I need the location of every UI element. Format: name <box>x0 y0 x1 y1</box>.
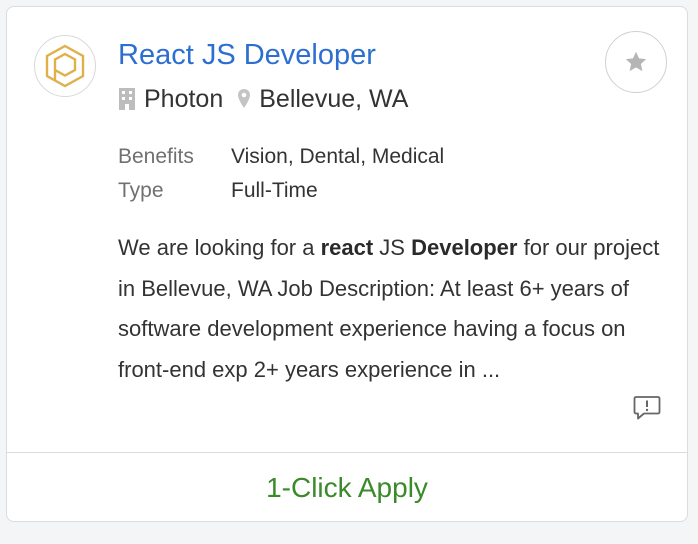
details-label: Benefits <box>118 145 194 168</box>
company-location-row: Photon Bellevue, WA <box>118 83 408 115</box>
report-message-icon <box>633 396 661 420</box>
description-highlight: react <box>320 235 374 260</box>
report-button[interactable] <box>633 395 661 421</box>
star-icon <box>625 51 647 72</box>
details-label: Type <box>118 179 164 202</box>
details-value: Vision, Dental, Medical <box>231 145 445 168</box>
favorite-button[interactable] <box>605 31 667 93</box>
details-row-benefits: Benefits Vision, Dental, Medical <box>118 140 444 174</box>
description-highlight: Developer <box>411 235 518 260</box>
map-pin-icon <box>237 88 251 110</box>
job-details: Benefits Vision, Dental, Medical Type Fu… <box>118 140 444 208</box>
job-location: Bellevue, WA <box>259 84 409 113</box>
one-click-apply-button[interactable]: 1-Click Apply <box>7 453 687 521</box>
building-icon <box>118 87 136 111</box>
photon-logo-icon <box>45 44 85 88</box>
job-title-link[interactable]: React JS Developer <box>118 37 376 73</box>
description-text: We are looking for a <box>118 235 321 260</box>
description-text: JS <box>373 235 412 260</box>
company-name: Photon <box>144 84 224 113</box>
details-value: Full-Time <box>231 179 318 202</box>
job-description: We are looking for a react JS Developer … <box>118 228 663 390</box>
details-row-type: Type Full-Time <box>118 174 444 208</box>
job-card: React JS Developer Photon Bellevue, WA B… <box>6 6 688 522</box>
company-logo <box>34 35 96 97</box>
